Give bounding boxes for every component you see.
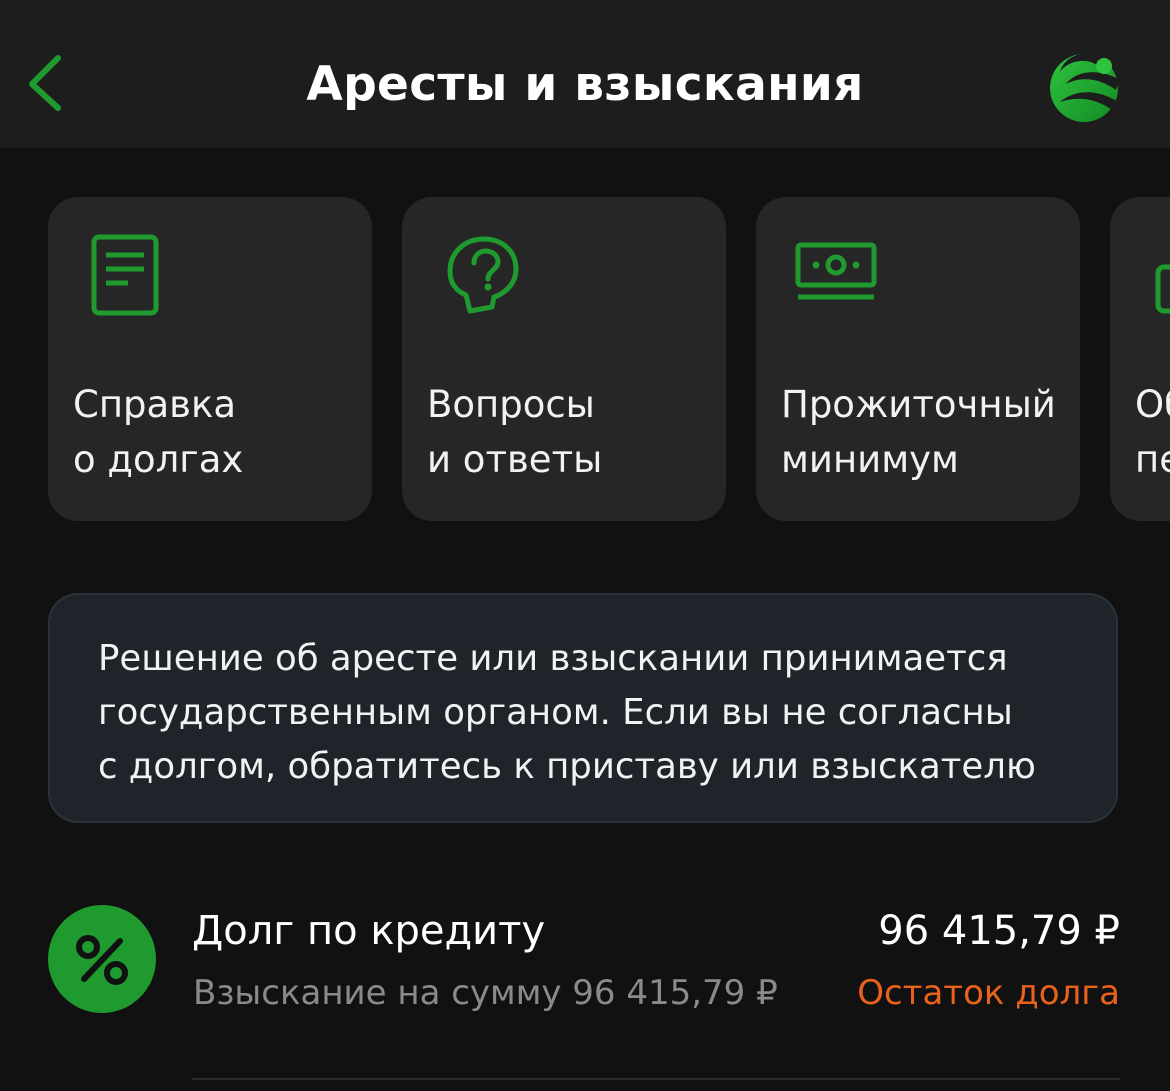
debt-amount: 96 415,79 ₽ <box>878 908 1120 954</box>
card-label: Об пе <box>1135 383 1170 481</box>
page-title: Аресты и взыскания <box>306 57 864 112</box>
notice-text: Решение об аресте или взыскании принимае… <box>98 638 1036 787</box>
document-icon <box>91 234 159 316</box>
list-item[interactable]: Долг по кредиту 96 415,79 ₽ Взыскание на… <box>0 880 1170 1080</box>
card-label: Справка о долгах <box>73 383 244 481</box>
money-icon <box>795 242 877 300</box>
divider <box>192 1078 1120 1080</box>
sber-logo[interactable] <box>1046 46 1124 124</box>
back-button[interactable] <box>22 50 70 114</box>
card-partial[interactable]: Об пе <box>1110 197 1170 521</box>
chevron-left-icon <box>29 55 61 111</box>
question-head-icon <box>447 236 519 314</box>
card-faq[interactable]: Вопросы и ответы <box>402 197 726 521</box>
sber-logo-icon <box>1050 53 1120 122</box>
header-bar: Аресты и взыскания <box>0 0 1170 148</box>
card-subsistence-minimum[interactable]: Прожиточный минимум <box>756 197 1080 521</box>
percent-icon <box>48 905 156 1013</box>
card-label: Вопросы и ответы <box>427 383 603 481</box>
debt-status: Остаток долга <box>857 973 1120 1013</box>
card-label: Прожиточный минимум <box>781 383 1056 481</box>
quick-actions-carousel[interactable]: Справка о долгах Вопросы и ответы Прожит… <box>0 197 1170 521</box>
debt-title: Долг по кредиту <box>192 908 546 954</box>
debt-subtitle: Взыскание на сумму 96 415,79 ₽ <box>193 973 778 1013</box>
info-notice: Решение об аресте или взыскании принимае… <box>48 593 1118 823</box>
card-debt-certificate[interactable]: Справка о долгах <box>48 197 372 521</box>
briefcase-icon <box>1155 264 1170 314</box>
